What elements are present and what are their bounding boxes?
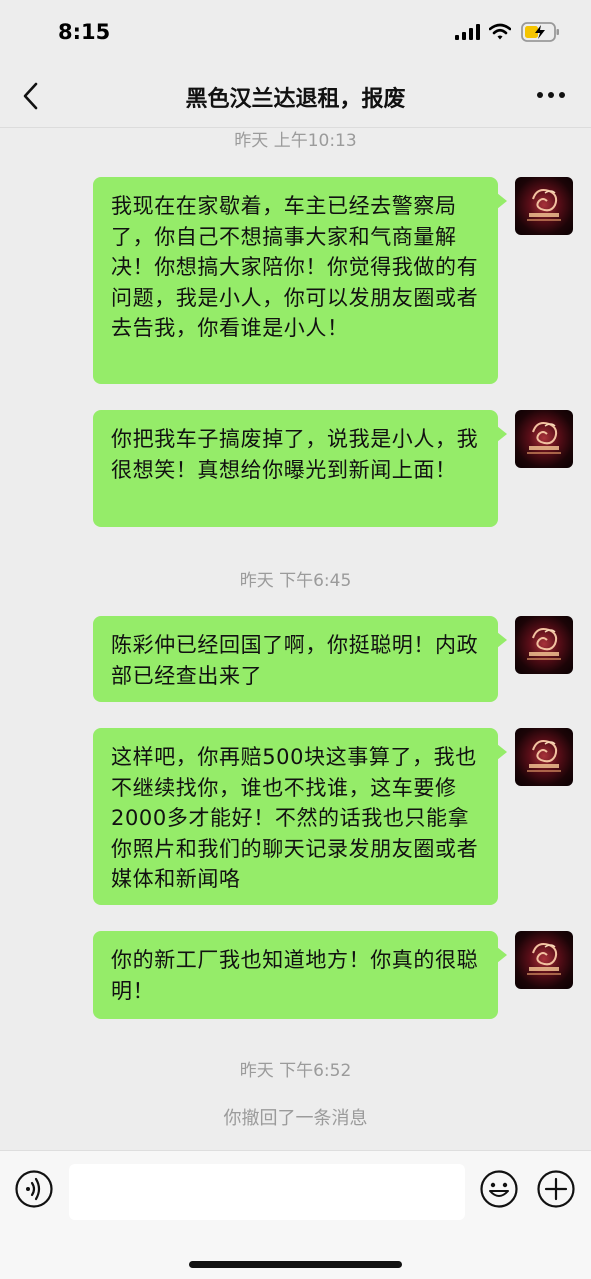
- plus-icon[interactable]: [536, 1169, 576, 1209]
- user-avatar[interactable]: [515, 410, 573, 468]
- dragon-logo-icon: [527, 189, 561, 221]
- chat-timestamp: 昨天 下午6:45: [239, 571, 352, 591]
- voice-input-icon[interactable]: [14, 1169, 54, 1209]
- emoji-icon[interactable]: [479, 1169, 519, 1209]
- chat-header: 黑色汉兰达退租，报废: [0, 62, 591, 128]
- user-avatar[interactable]: [515, 728, 573, 786]
- dragon-logo-icon: [527, 943, 561, 975]
- chat-timestamp: 昨天 下午6:52: [239, 1061, 352, 1081]
- home-indicator: [189, 1261, 402, 1268]
- message-bubble[interactable]: 陈彩仲已经回国了啊，你挺聪明！内政部已经查出来了: [93, 616, 507, 702]
- message-bubble[interactable]: 你的新工厂我也知道地方！你真的很聪明！: [93, 931, 507, 1019]
- message-input[interactable]: [69, 1164, 465, 1220]
- recall-notice: 你撤回了一条消息: [223, 1108, 368, 1129]
- chat-timestamp: 昨天 上午10:13: [234, 131, 357, 151]
- wifi-icon: [489, 23, 511, 40]
- chat-title: 黑色汉兰达退租，报废: [185, 87, 406, 112]
- user-avatar[interactable]: [515, 616, 573, 674]
- more-options-icon[interactable]: [536, 90, 566, 100]
- dragon-logo-icon: [527, 740, 561, 772]
- input-bar: [0, 1150, 591, 1279]
- status-bar: 8:15: [0, 0, 591, 62]
- user-avatar[interactable]: [515, 177, 573, 235]
- message-bubble[interactable]: 我现在在家歇着，车主已经去警察局了，你自己不想搞事大家和气商量解决！你想搞大家陪…: [93, 177, 507, 384]
- battery-icon: [521, 22, 559, 42]
- cellular-signal-icon: [455, 24, 480, 40]
- user-avatar[interactable]: [515, 931, 573, 989]
- message-bubble[interactable]: 这样吧，你再赔500块这事算了，我也不继续找你，谁也不找谁，这车要修2000多才…: [93, 728, 507, 905]
- message-bubble[interactable]: 你把我车子搞废掉了，说我是小人，我很想笑！真想给你曝光到新闻上面！: [93, 410, 507, 527]
- dragon-logo-icon: [527, 422, 561, 454]
- status-time: 8:15: [58, 20, 111, 44]
- dragon-logo-icon: [527, 628, 561, 660]
